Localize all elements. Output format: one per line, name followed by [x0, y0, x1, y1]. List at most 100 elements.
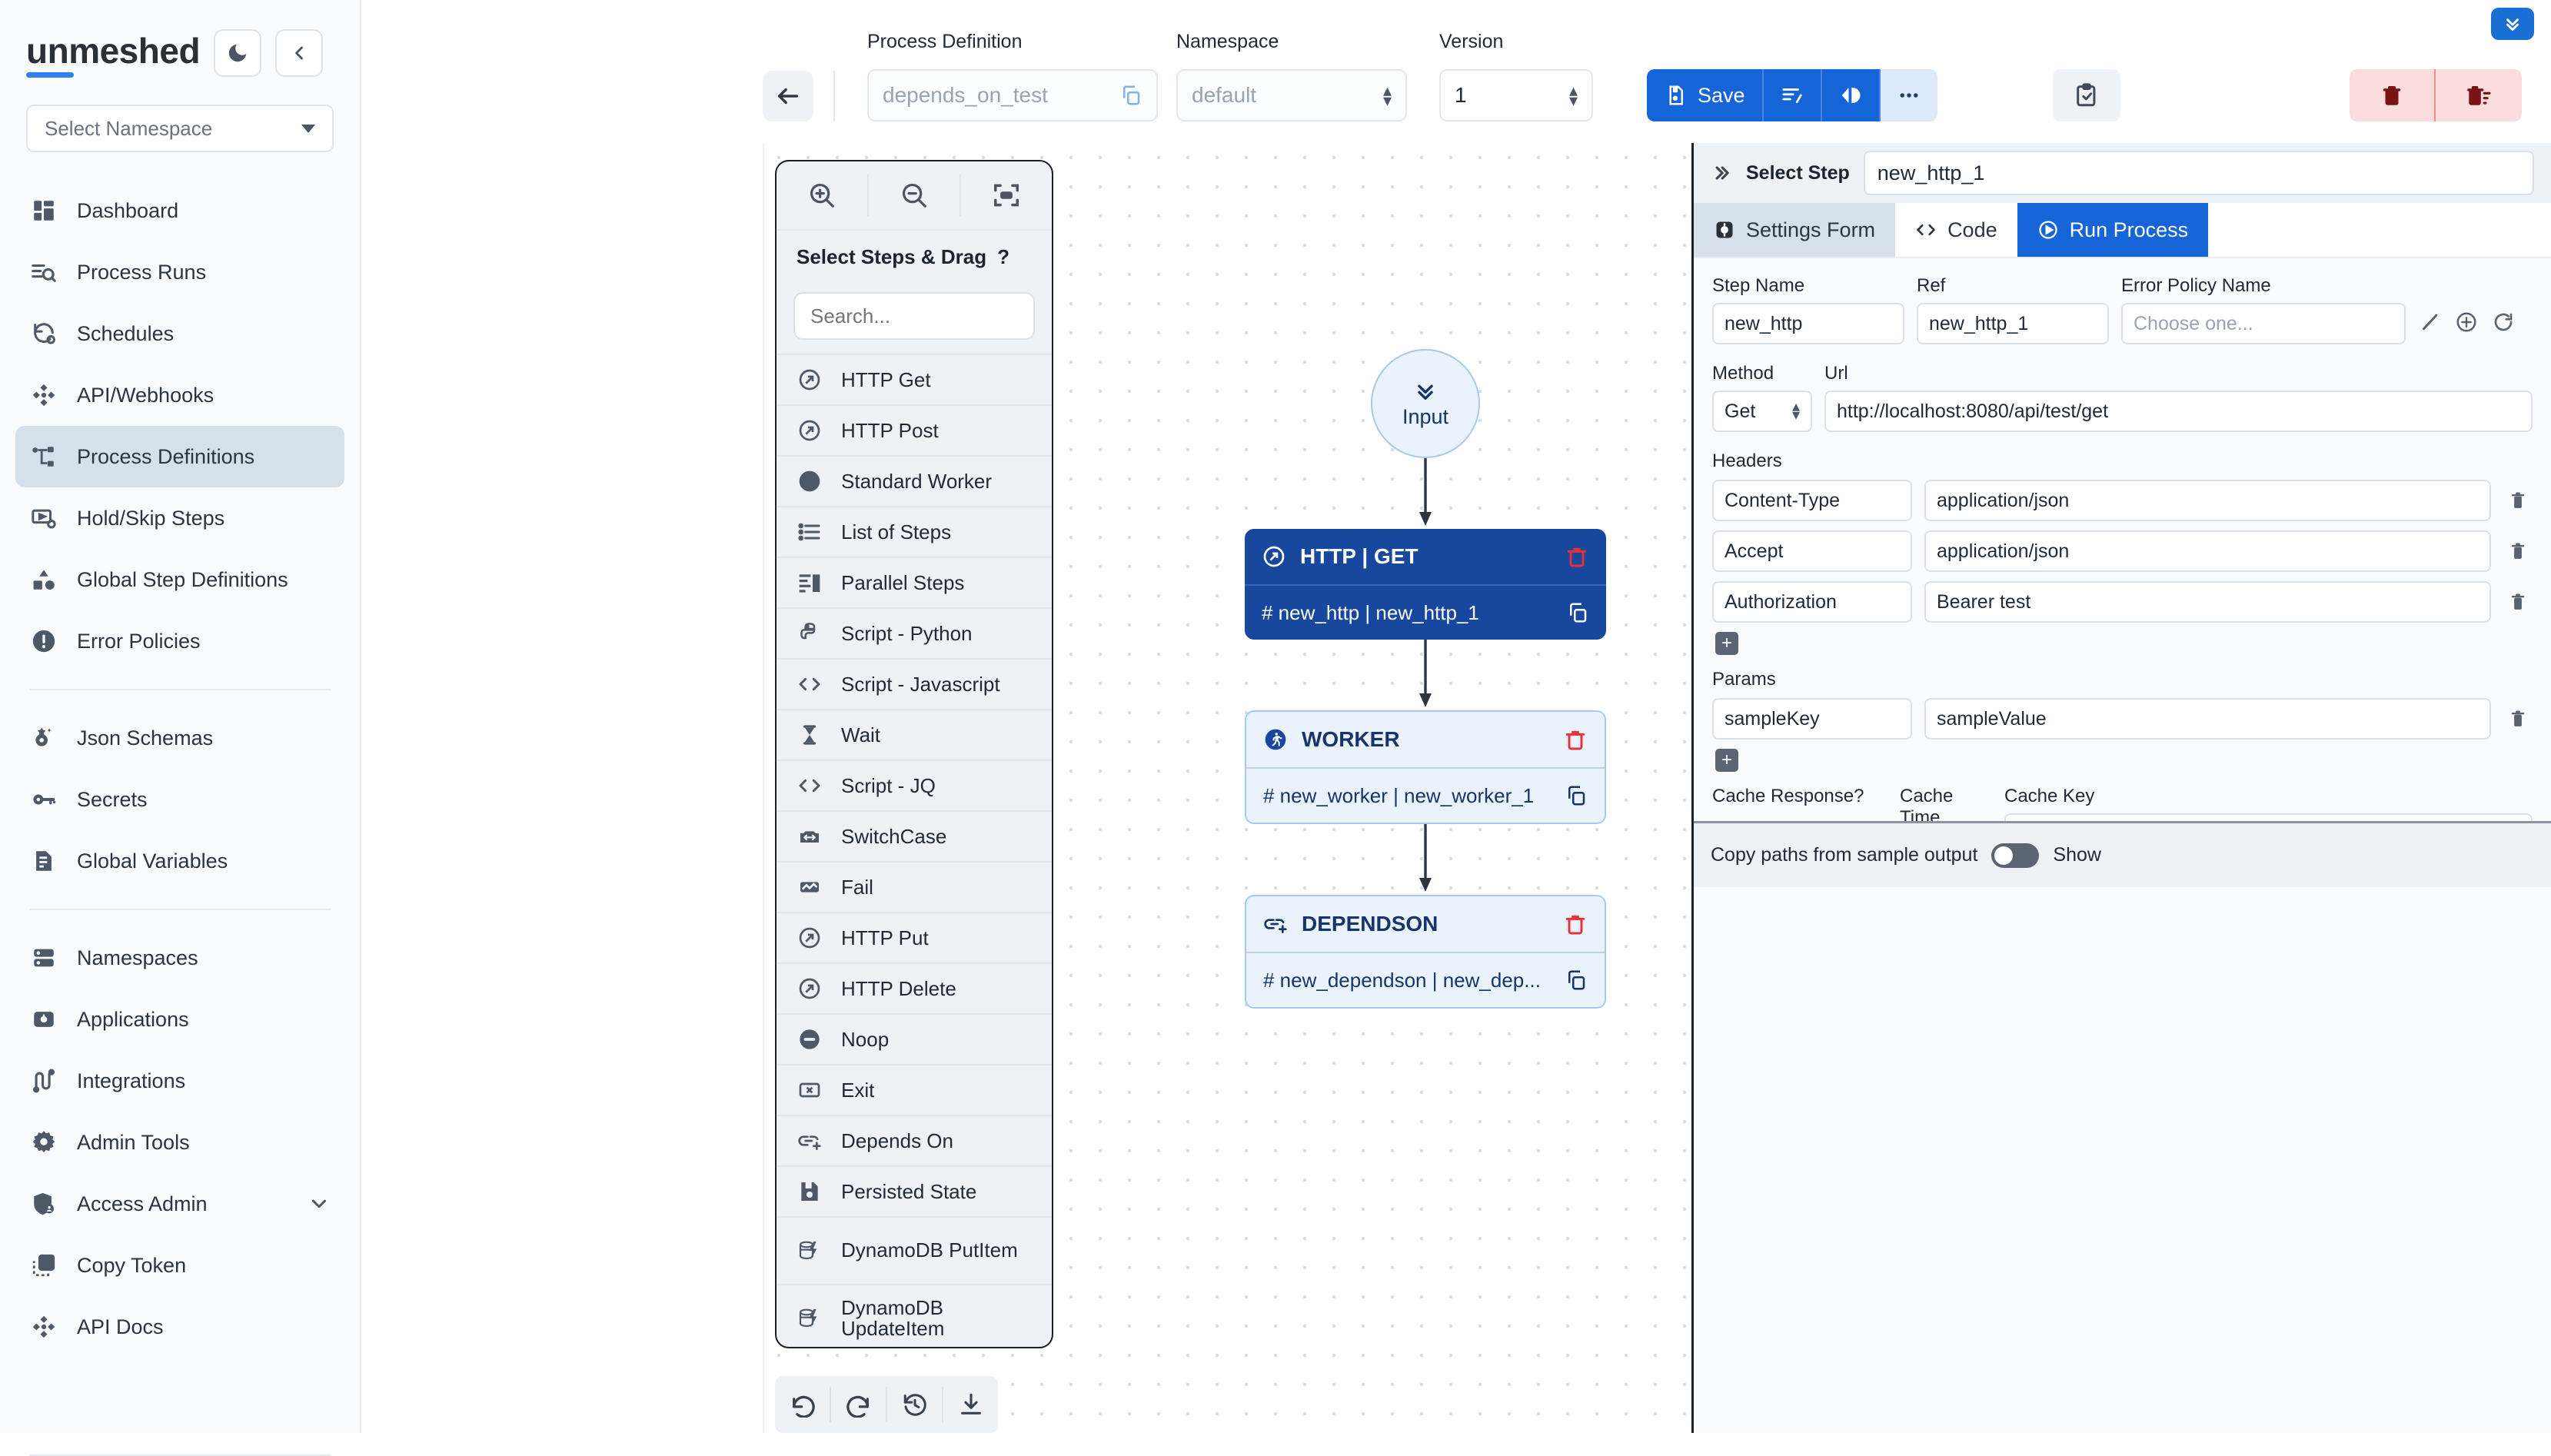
param-key-input[interactable] [1712, 698, 1912, 740]
save-button[interactable]: Save [1647, 69, 1764, 121]
flow-node-copy-button[interactable] [1565, 969, 1588, 992]
plus-circle-icon[interactable] [2455, 311, 2478, 337]
tab-settings-form[interactable]: Settings Form [1694, 203, 1895, 257]
sidebar-item-error-policies[interactable]: Error Policies [15, 610, 344, 672]
sidebar-item-copy-token[interactable]: Copy Token [15, 1235, 344, 1296]
flow-node-delete-button[interactable] [1565, 544, 1589, 569]
url-input[interactable] [1824, 391, 2533, 432]
copy-icon[interactable] [1119, 84, 1142, 107]
sidebar-item-global-variables[interactable]: Global Variables [15, 830, 344, 892]
fit-screen-button[interactable] [961, 175, 1052, 216]
theme-toggle-button[interactable] [214, 29, 261, 77]
palette-item-wait[interactable]: Wait [777, 709, 1052, 760]
sidebar-item-admin-tools[interactable]: Admin Tools [15, 1112, 344, 1173]
palette-item-script-javascript[interactable]: Script - Javascript [777, 658, 1052, 709]
sidebar-item-hold-skip-steps[interactable]: Hold/Skip Steps [15, 487, 344, 549]
sidebar-item-integrations[interactable]: Integrations [15, 1050, 344, 1112]
sidebar-item-applications[interactable]: Applications [15, 989, 344, 1050]
show-sample-output-toggle[interactable] [1991, 843, 2039, 868]
namespace-stepper[interactable]: ▴▾ [1383, 85, 1392, 105]
select-step-input[interactable] [1864, 151, 2534, 195]
sidebar-item-global-step-definitions[interactable]: Global Step Definitions [15, 549, 344, 610]
palette-item-parallel-steps[interactable]: Parallel Steps [777, 557, 1052, 607]
trash-icon[interactable] [2503, 490, 2533, 511]
more-options-button[interactable] [1881, 69, 1937, 121]
flow-node-dependson[interactable]: DEPENDSON # new_dependson | new_dep... [1245, 895, 1606, 1009]
question-icon[interactable]: ? [997, 245, 1009, 269]
palette-item-dynamodb-putitem[interactable]: DynamoDB PutItem [777, 1216, 1052, 1284]
header-value-input[interactable] [1924, 480, 2491, 521]
palette-item-script-jq[interactable]: Script - JQ [777, 760, 1052, 810]
palette-item-noop[interactable]: Noop [777, 1013, 1052, 1064]
flow-node-worker[interactable]: WORKER # new_worker | new_worker_1 [1245, 710, 1606, 824]
flow-node-http-get[interactable]: HTTP | GET # new_http | new_http_1 [1245, 529, 1606, 640]
header-key-input[interactable] [1712, 480, 1912, 521]
palette-item-dynamodb-updateitem[interactable]: DynamoDB UpdateItem [777, 1284, 1052, 1347]
palette-item-persisted-state[interactable]: Persisted State [777, 1165, 1052, 1216]
flow-node-delete-button[interactable] [1563, 912, 1588, 936]
method-select[interactable]: Get ▴▾ [1712, 391, 1812, 432]
cache-key-input[interactable] [2004, 813, 2533, 821]
trash-icon[interactable] [2503, 708, 2533, 730]
sidebar-item-json-schemas[interactable]: Json Schemas [15, 707, 344, 769]
trash-icon[interactable] [2503, 591, 2533, 613]
palette-item-standard-worker[interactable]: Standard Worker [777, 455, 1052, 506]
sidebar-item-process-definitions[interactable]: Process Definitions [15, 426, 344, 487]
sidebar-item-process-runs[interactable]: Process Runs [15, 241, 344, 303]
zoom-in-button[interactable] [777, 175, 869, 216]
add-param-button[interactable]: + [1715, 749, 1738, 772]
param-value-input[interactable] [1924, 698, 2491, 740]
zoom-out-button[interactable] [869, 175, 961, 216]
delete-button[interactable] [2350, 69, 2436, 121]
header-value-input[interactable] [1924, 530, 2491, 572]
palette-item-http-get[interactable]: HTTP Get [777, 354, 1052, 404]
tab-run-process[interactable]: Run Process [2017, 203, 2209, 257]
step-name-input[interactable] [1712, 303, 1904, 344]
palette-item-http-delete[interactable]: HTTP Delete [777, 962, 1052, 1013]
header-key-input[interactable] [1712, 530, 1912, 572]
palette-item-http-put[interactable]: HTTP Put [777, 912, 1052, 962]
palette-item-switchcase[interactable]: SwitchCase [777, 810, 1052, 861]
history-button[interactable] [887, 1387, 943, 1422]
pencil-icon[interactable] [2418, 311, 2441, 337]
validate-button[interactable] [2053, 69, 2120, 121]
flow-node-copy-button[interactable] [1566, 601, 1589, 624]
error-policy-input[interactable] [2121, 303, 2406, 344]
palette-item-depends-on[interactable]: Depends On [777, 1115, 1052, 1165]
download-button[interactable] [943, 1387, 998, 1422]
sidebar-item-namespaces[interactable]: Namespaces [15, 927, 344, 989]
split-panel-button[interactable] [1822, 69, 1881, 121]
flow-node-copy-button[interactable] [1565, 784, 1588, 807]
redo-button[interactable] [831, 1387, 887, 1422]
undo-button[interactable] [775, 1387, 831, 1422]
edit-definition-button[interactable] [1764, 69, 1822, 121]
header-key-input[interactable] [1712, 581, 1912, 623]
ref-input[interactable] [1917, 303, 2109, 344]
method-stepper[interactable]: ▴▾ [1792, 403, 1800, 420]
steps-search-input[interactable] [793, 292, 1035, 340]
flow-node-input[interactable]: Input [1371, 349, 1480, 458]
sidebar-item-api-docs[interactable]: API Docs [15, 1296, 344, 1358]
chevrons-right-icon[interactable] [1711, 162, 1732, 184]
trash-icon[interactable] [2503, 540, 2533, 562]
sidebar-item-schedules[interactable]: Schedules [15, 303, 344, 364]
sidebar-item-api-webhooks[interactable]: API/Webhooks [15, 364, 344, 426]
sidebar-item-access-admin[interactable]: Access Admin [15, 1173, 344, 1235]
version-stepper[interactable]: ▴▾ [1569, 85, 1578, 105]
palette-item-list-of-steps[interactable]: List of Steps [777, 506, 1052, 557]
header-value-input[interactable] [1924, 581, 2491, 623]
namespace-select[interactable]: Select Namespace [26, 105, 334, 152]
process-definition-field[interactable]: depends_on_test [867, 69, 1158, 121]
tab-code[interactable]: Code [1895, 203, 2017, 257]
sidebar-collapse-button[interactable] [275, 29, 323, 77]
flow-canvas[interactable]: Select Steps & Drag ? HTTP Get HTTP Post… [763, 143, 1691, 1433]
delete-all-button[interactable] [2436, 69, 2522, 121]
palette-item-exit[interactable]: Exit [777, 1064, 1052, 1115]
refresh-icon[interactable] [2492, 311, 2515, 337]
palette-item-fail[interactable]: Fail [777, 861, 1052, 912]
version-field[interactable]: 1 ▴▾ [1439, 69, 1593, 121]
flow-node-delete-button[interactable] [1563, 727, 1588, 752]
back-button[interactable] [763, 71, 813, 121]
palette-item-http-post[interactable]: HTTP Post [777, 404, 1052, 455]
palette-item-script-python[interactable]: Script - Python [777, 607, 1052, 658]
